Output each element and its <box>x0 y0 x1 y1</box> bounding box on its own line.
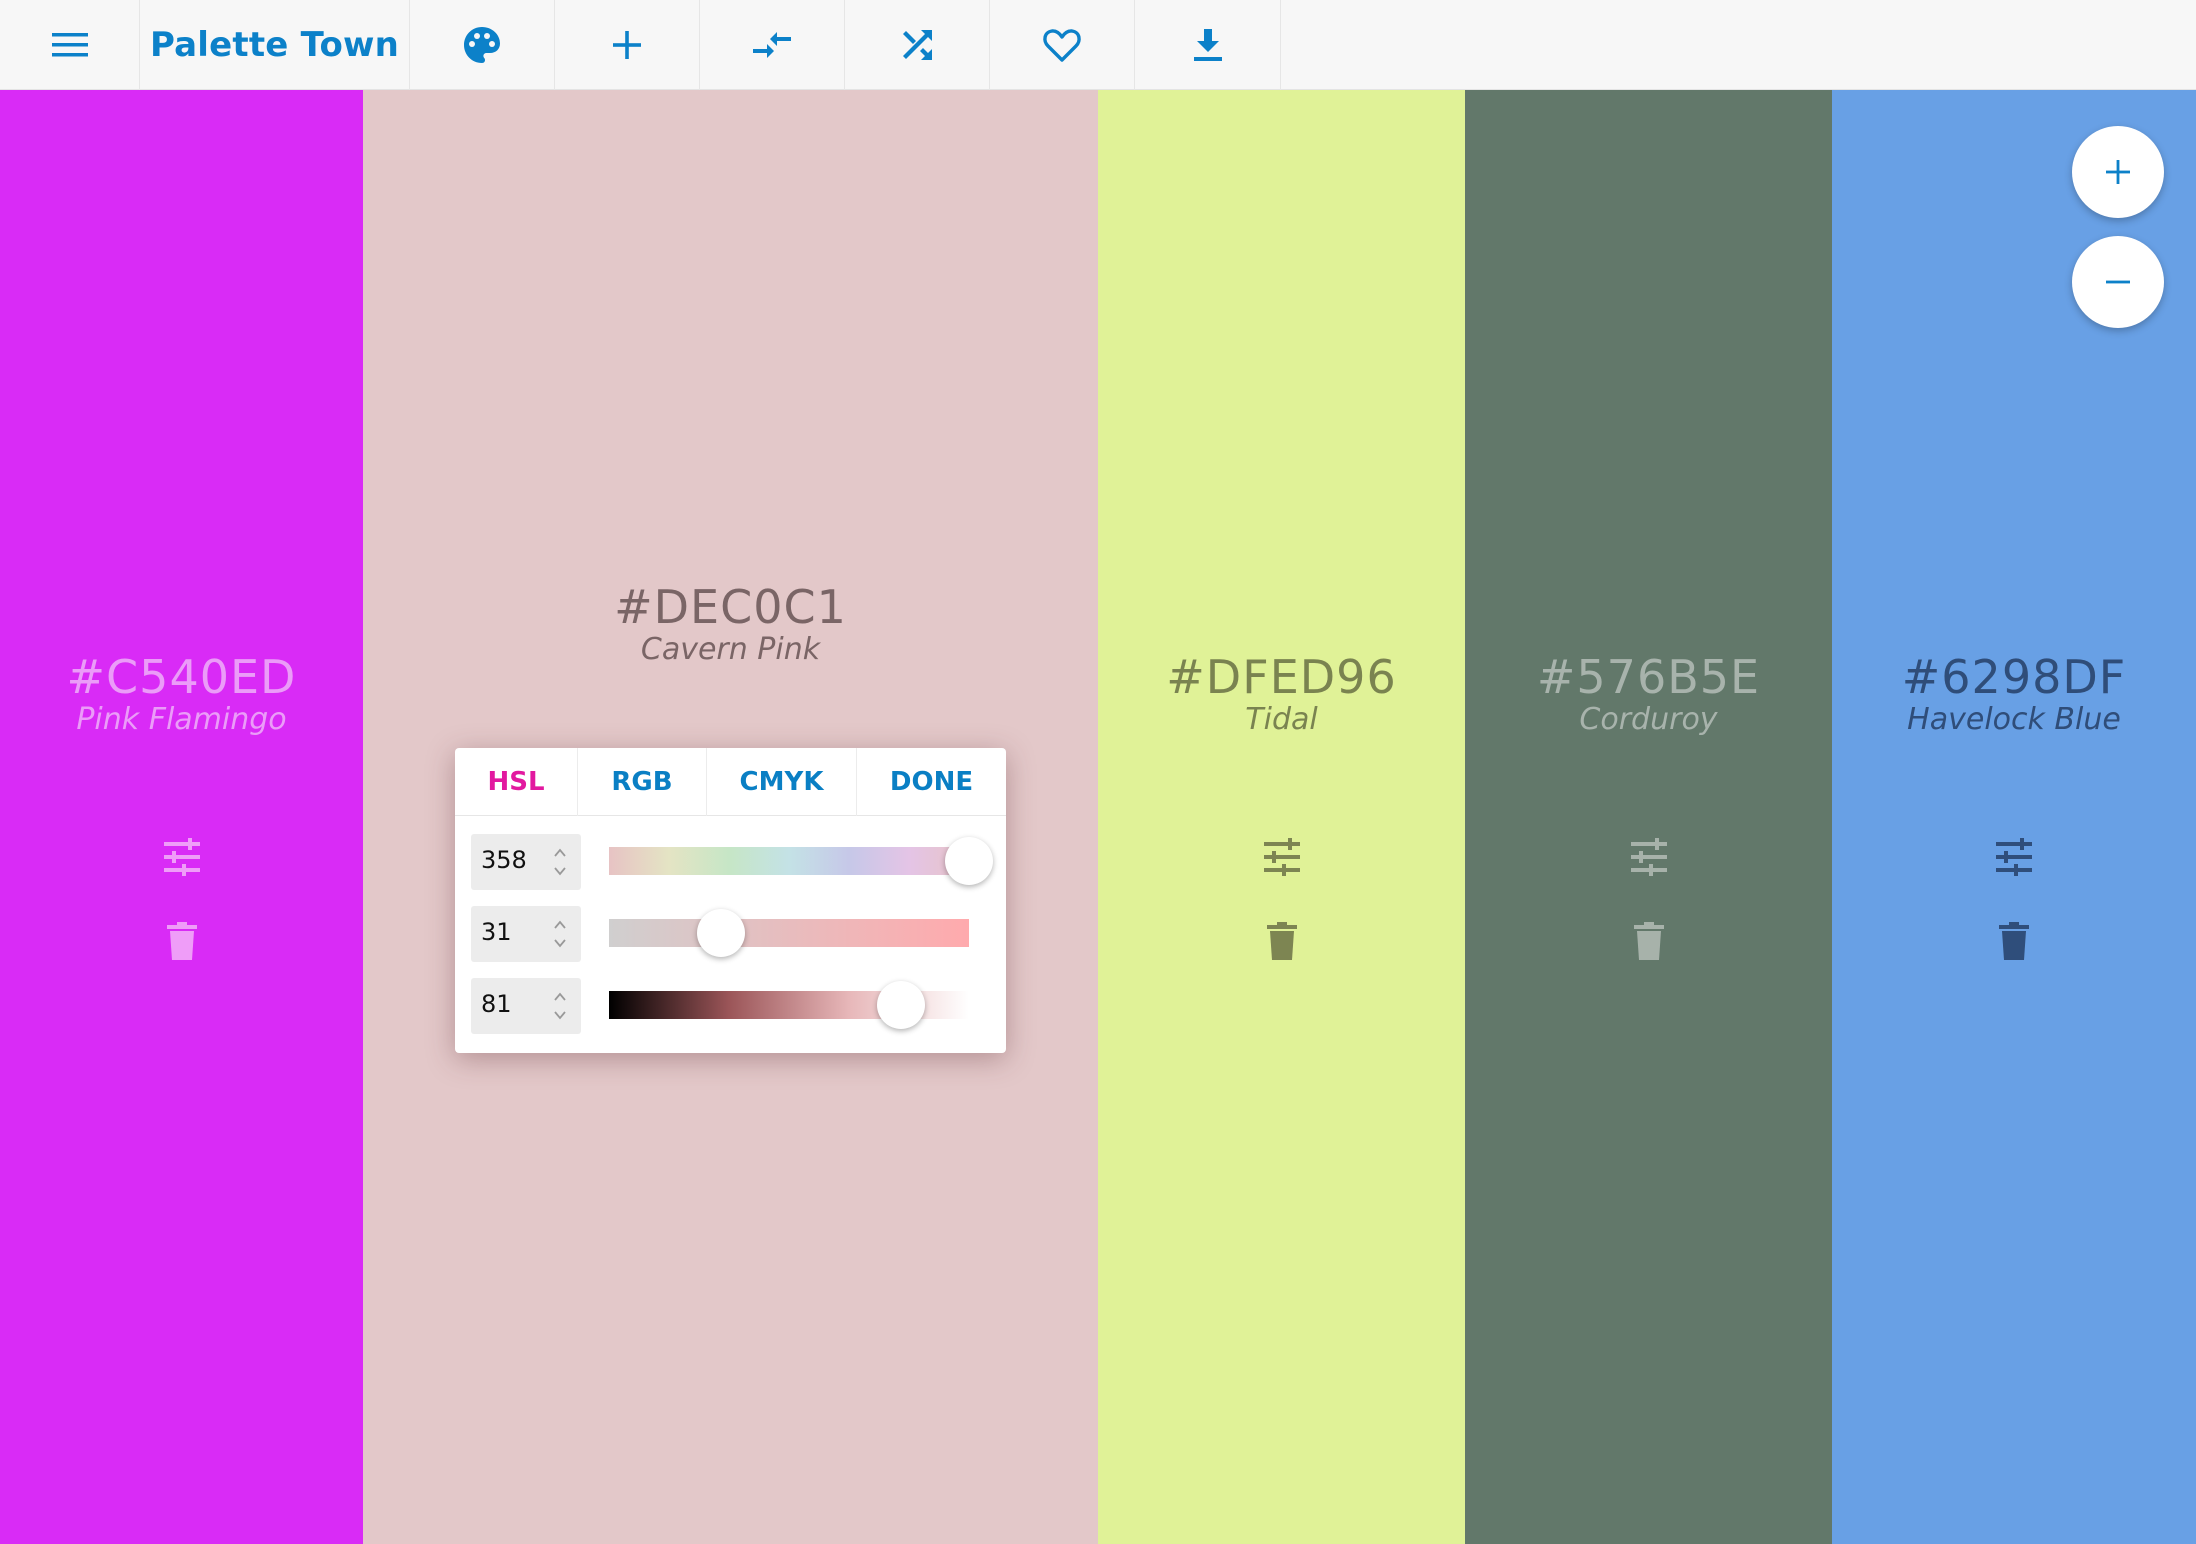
plus-icon <box>2106 160 2130 184</box>
stepper-icon[interactable] <box>553 988 567 1024</box>
download-button[interactable] <box>1135 0 1281 90</box>
swatch-hex[interactable]: #6298DF <box>1832 650 2196 704</box>
adjust-icon[interactable] <box>162 838 202 876</box>
trash-icon[interactable] <box>1999 922 2029 960</box>
palette-swatches: #C540ED Pink Flamingo #DEC0C1 Cavern Pin… <box>0 90 2196 1544</box>
swatch-hex[interactable]: #576B5E <box>1465 650 1832 704</box>
lightness-slider-handle[interactable] <box>876 981 925 1029</box>
brand-title[interactable]: Palette Town <box>140 0 410 90</box>
trash-icon[interactable] <box>1633 922 1664 960</box>
palettes-button[interactable] <box>410 0 555 90</box>
hue-input[interactable]: 358 <box>471 834 581 890</box>
trash-icon[interactable] <box>166 922 197 960</box>
shuffle-button[interactable] <box>845 0 990 90</box>
download-icon <box>1193 29 1222 61</box>
tab-rgb[interactable]: RGB <box>578 748 707 816</box>
tab-cmyk[interactable]: CMYK <box>707 748 857 816</box>
lightness-input[interactable]: 81 <box>471 978 581 1034</box>
stepper-icon[interactable] <box>553 916 567 952</box>
compress-button[interactable] <box>700 0 845 90</box>
swatch-name: Cavern Pink <box>640 632 821 667</box>
shuffle-icon <box>903 30 932 60</box>
swatch-3[interactable]: #DFED96 Tidal <box>1098 90 1465 1544</box>
saturation-row: 31 <box>471 906 991 966</box>
swatch-1[interactable]: #C540ED Pink Flamingo <box>0 90 363 1544</box>
zoom-in-button[interactable] <box>2072 126 2164 218</box>
add-color-button[interactable] <box>555 0 700 90</box>
swatch-name: Pink Flamingo <box>76 702 287 737</box>
compress-icon <box>753 32 791 58</box>
hue-slider[interactable] <box>609 837 993 885</box>
swatch-hex[interactable]: #DFED96 <box>1098 650 1465 704</box>
trash-icon[interactable] <box>1266 922 1297 960</box>
heart-icon <box>1043 29 1081 62</box>
swatch-4[interactable]: #576B5E Corduroy <box>1465 90 1832 1544</box>
swatch-hex[interactable]: #C540ED <box>0 650 363 704</box>
lightness-row: 81 <box>471 978 991 1038</box>
saturation-input[interactable]: 31 <box>471 906 581 962</box>
swatch-name: Tidal <box>1245 702 1318 737</box>
plus-icon <box>613 31 641 59</box>
saturation-slider-handle[interactable] <box>696 909 745 957</box>
swatch-name: Corduroy <box>1579 702 1718 737</box>
lightness-slider[interactable] <box>609 981 969 1029</box>
brand-label: Palette Town <box>149 25 400 65</box>
adjust-icon[interactable] <box>1262 838 1302 876</box>
palette-icon <box>464 27 500 63</box>
done-button[interactable]: DONE <box>857 748 1006 816</box>
minus-icon <box>2106 280 2130 284</box>
hue-row: 358 <box>471 834 993 894</box>
adjust-icon[interactable] <box>1994 838 2034 876</box>
lightness-value: 81 <box>481 990 512 1018</box>
zoom-out-button[interactable] <box>2072 236 2164 328</box>
hue-value: 358 <box>481 846 527 874</box>
favorite-button[interactable] <box>990 0 1135 90</box>
tab-hsl[interactable]: HSL <box>455 748 578 816</box>
picker-tabs: HSL RGB CMYK DONE <box>455 748 1006 816</box>
saturation-value: 31 <box>481 918 512 946</box>
color-picker-popup: HSL RGB CMYK DONE 358 31 81 <box>455 748 1006 1053</box>
adjust-icon[interactable] <box>1629 838 1669 876</box>
menu-button[interactable] <box>0 0 140 90</box>
hue-slider-handle[interactable] <box>945 837 993 885</box>
saturation-slider[interactable] <box>609 909 969 957</box>
stepper-icon[interactable] <box>553 844 567 880</box>
swatch-name: Havelock Blue <box>1907 702 2121 737</box>
menu-icon <box>51 33 88 57</box>
swatch-hex[interactable]: #DEC0C1 <box>363 580 1098 634</box>
top-toolbar: Palette Town <box>0 0 2196 90</box>
